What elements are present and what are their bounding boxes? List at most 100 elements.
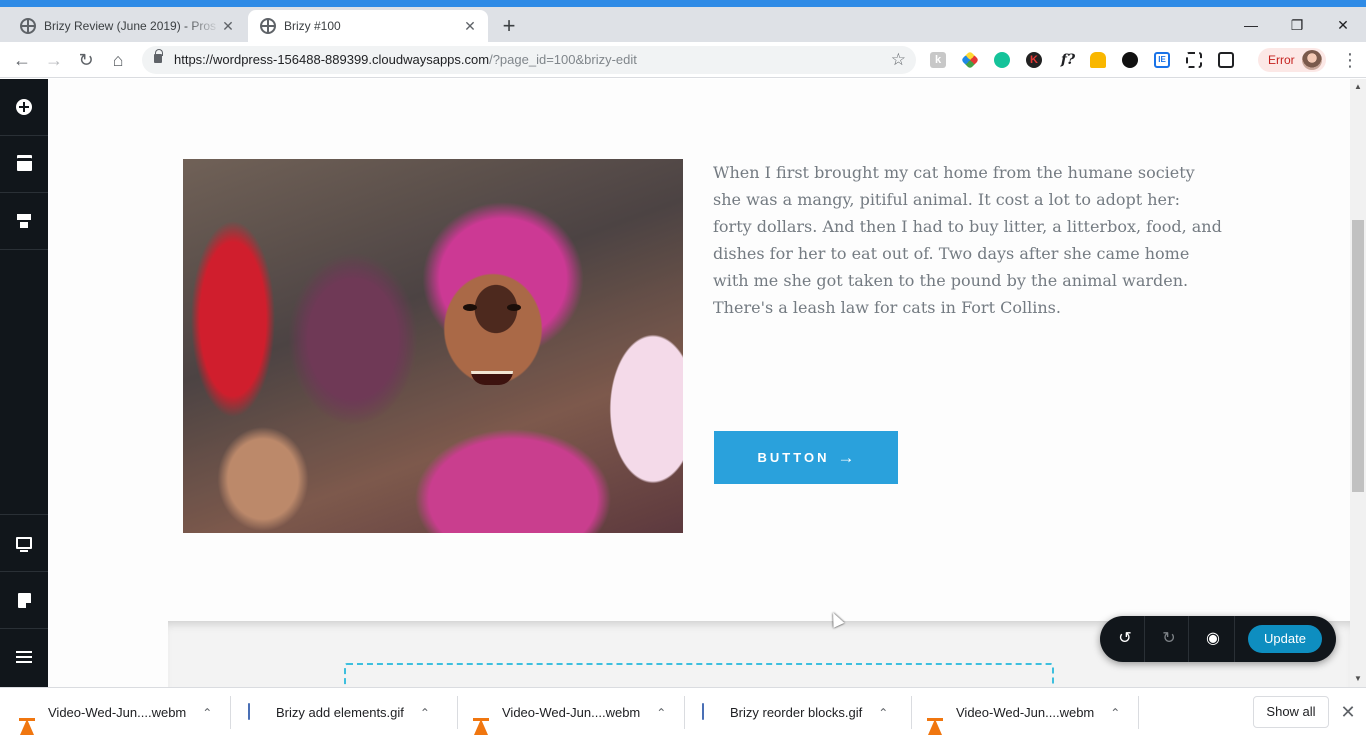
chevron-up-icon[interactable]: ⌃ [202,706,212,720]
extension-k-icon[interactable]: K [1026,52,1042,68]
redo-icon[interactable]: ↻ [1157,627,1181,651]
browser-toolbar: ← → ↻ ⌂ https://wordpress-156488-889399.… [0,42,1366,78]
extension-ie-icon[interactable]: IE [1154,52,1170,68]
divider [1188,616,1189,662]
tab-title: Brizy Review (June 2019) - Pros & [44,19,220,33]
divider [1138,696,1139,729]
back-button[interactable]: ← [10,48,34,72]
reload-button[interactable]: ↻ [74,48,98,72]
screenshot-select-icon[interactable] [1186,52,1202,68]
font-finder-icon[interactable]: f? [1058,52,1078,68]
new-tab-button[interactable]: + [498,15,520,37]
brizy-bottom-toolbar: ↺ ↻ ◉ Update [1100,616,1336,662]
tab-close-icon[interactable]: ✕ [462,18,478,34]
vertical-scrollbar[interactable]: ▲ ▼ [1350,79,1366,687]
drop-zone[interactable] [344,663,1054,687]
tab-title: Brizy #100 [284,19,341,33]
scroll-down-icon[interactable]: ▼ [1350,671,1366,687]
pages-button[interactable] [0,136,48,193]
tab-brizy-100[interactable]: Brizy #100 ✕ [248,10,488,42]
extension-bell-icon[interactable] [1090,52,1106,68]
chevron-up-icon[interactable]: ⌃ [878,706,888,720]
forward-button[interactable]: → [42,48,66,72]
close-window-button[interactable]: ✕ [1320,11,1366,39]
extension-dark-icon[interactable] [1122,52,1138,68]
image-file-icon [702,702,718,722]
pages-icon [16,157,32,171]
bookmark-star-icon[interactable]: ☆ [891,50,906,70]
vlc-file-icon [20,703,36,735]
photo-detail [507,304,521,311]
scroll-up-icon[interactable]: ▲ [1350,79,1366,95]
maximize-button[interactable]: ❐ [1274,11,1320,39]
lock-icon[interactable] [154,49,163,63]
divider [1144,616,1145,662]
divider [684,696,685,729]
reorder-blocks-icon [17,214,31,228]
show-all-button[interactable]: Show all [1253,696,1329,728]
download-filename: Brizy add elements.gif [276,705,404,720]
photo-detail [471,371,513,385]
download-filename: Video-Wed-Jun....webm [48,705,187,720]
extension-colorpick-icon[interactable] [960,50,980,70]
chevron-up-icon[interactable]: ⌃ [656,706,666,720]
editor-canvas[interactable]: When I first brought my cat home from th… [48,79,1350,687]
add-elements-button[interactable] [0,79,48,136]
photo-detail [463,304,477,311]
address-bar[interactable]: https://wordpress-156488-889399.cloudway… [142,46,916,74]
download-item[interactable]: Brizy reorder blocks.gif ⌃ [702,688,888,736]
globe-icon [20,18,36,34]
undo-icon[interactable]: ↺ [1113,627,1137,651]
scrollbar-thumb[interactable] [1352,220,1364,492]
image-file-icon [248,702,264,722]
download-filename: Video-Wed-Jun....webm [956,705,1095,720]
body-paragraph[interactable]: When I first brought my cat home from th… [713,159,1223,321]
update-button[interactable]: Update [1248,625,1322,653]
url-text[interactable]: https://wordpress-156488-889399.cloudway… [174,52,637,67]
browser-tab-strip: Brizy Review (June 2019) - Pros & ✕ Briz… [0,0,1366,42]
avatar [1302,50,1322,70]
download-item[interactable]: Brizy add elements.gif ⌃ [248,688,430,736]
minimize-button[interactable]: — [1228,11,1274,39]
hero-image[interactable] [183,159,683,533]
notes-icon [17,592,31,608]
menu-icon [16,651,32,663]
download-item[interactable]: Video-Wed-Jun....webm ⌃ [928,688,1120,736]
download-item[interactable]: Video-Wed-Jun....webm ⌃ [474,688,666,736]
close-shelf-icon[interactable]: ✕ [1338,700,1358,724]
vlc-file-icon [928,703,944,735]
cta-button[interactable]: BUTTON → [714,431,898,484]
download-filename: Brizy reorder blocks.gif [730,705,863,720]
error-label: Error [1268,53,1295,67]
divider [457,696,458,729]
url-host: https://wordpress-156488-889399.cloudway… [174,52,490,67]
vlc-file-icon [474,703,490,735]
chevron-up-icon[interactable]: ⌃ [420,706,430,720]
download-filename: Video-Wed-Jun....webm [502,705,641,720]
reorder-blocks-button[interactable] [0,193,48,250]
divider [911,696,912,729]
tab-close-icon[interactable]: ✕ [220,18,236,34]
tab-brizy-review[interactable]: Brizy Review (June 2019) - Pros & ✕ [8,10,246,42]
profile-error-button[interactable]: Error [1258,48,1326,72]
brizy-sidebar [0,79,48,687]
chevron-up-icon[interactable]: ⌃ [1110,706,1120,720]
divider [230,696,231,729]
screen-capture-icon[interactable] [1218,52,1234,68]
download-item[interactable]: Video-Wed-Jun....webm ⌃ [20,688,212,736]
desktop-icon [16,537,32,552]
globe-icon [260,18,276,34]
download-shelf: Video-Wed-Jun....webm ⌃ Brizy add elemen… [0,687,1366,736]
responsive-desktop-button[interactable] [0,514,48,571]
divider [1234,616,1235,662]
notes-button[interactable] [0,571,48,628]
home-button[interactable]: ⌂ [106,48,130,72]
url-path: /?page_id=100&brizy-edit [489,52,637,67]
cta-button-label: BUTTON [757,450,830,465]
preview-eye-icon[interactable]: ◉ [1201,627,1225,651]
settings-menu-button[interactable] [0,628,48,685]
arrow-right-icon: → [837,447,855,467]
extension-icon[interactable]: k [930,52,946,68]
browser-menu-button[interactable]: ⋮ [1340,50,1360,70]
grammarly-icon[interactable] [994,52,1010,68]
